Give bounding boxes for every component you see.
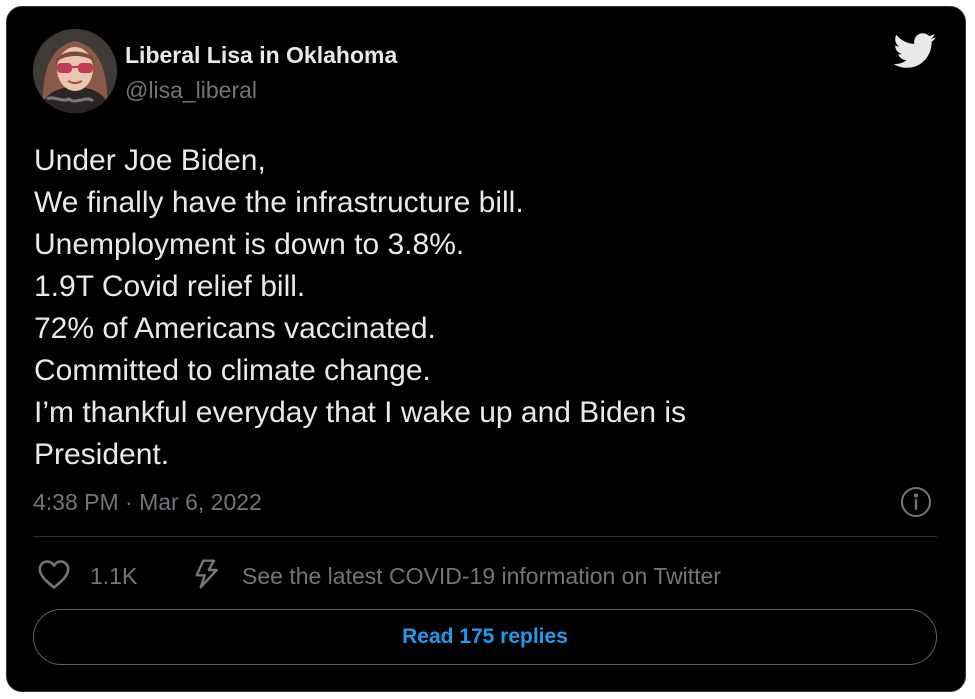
tweet-text: Under Joe Biden, We finally have the inf… (34, 140, 934, 476)
author-display-name[interactable]: Liberal Lisa in Oklahoma (125, 42, 397, 69)
tweet-line: President. (34, 438, 170, 471)
tweet-line: I’m thankful everyday that I wake up and… (34, 396, 687, 429)
lightning-bolt-icon (191, 558, 221, 595)
tweet-line: We finally have the infrastructure bill. (34, 186, 524, 219)
tweet-line: Committed to climate change. (34, 354, 431, 387)
covid-info-label: See the latest COVID-19 information on T… (242, 562, 721, 589)
tweet-line: Under Joe Biden, (34, 144, 266, 177)
tweet-timestamp[interactable]: 4:38 PM · Mar 6, 2022 (33, 489, 262, 516)
tweet-line: Unemployment is down to 3.8%. (34, 228, 465, 261)
read-replies-button[interactable]: Read 175 replies (33, 609, 937, 665)
twitter-bird-icon[interactable] (893, 33, 937, 69)
heart-icon (37, 558, 71, 595)
tweet-card: Liberal Lisa in Oklahoma @lisa_liberal U… (6, 6, 966, 692)
like-button[interactable]: 1.1K (37, 558, 137, 594)
info-icon[interactable] (900, 486, 932, 518)
divider (33, 536, 937, 537)
tweet-line: 72% of Americans vaccinated. (34, 312, 436, 345)
action-row: 1.1K See the latest COVID-19 information… (33, 555, 937, 595)
profile-photo (33, 29, 117, 113)
like-count: 1.1K (90, 562, 138, 589)
read-replies-label: Read 175 replies (402, 625, 568, 648)
covid-info-link[interactable]: See the latest COVID-19 information on T… (191, 558, 721, 594)
avatar[interactable] (33, 29, 117, 113)
tweet-line: 1.9T Covid relief bill. (34, 270, 306, 303)
author-handle[interactable]: @lisa_liberal (125, 77, 257, 104)
